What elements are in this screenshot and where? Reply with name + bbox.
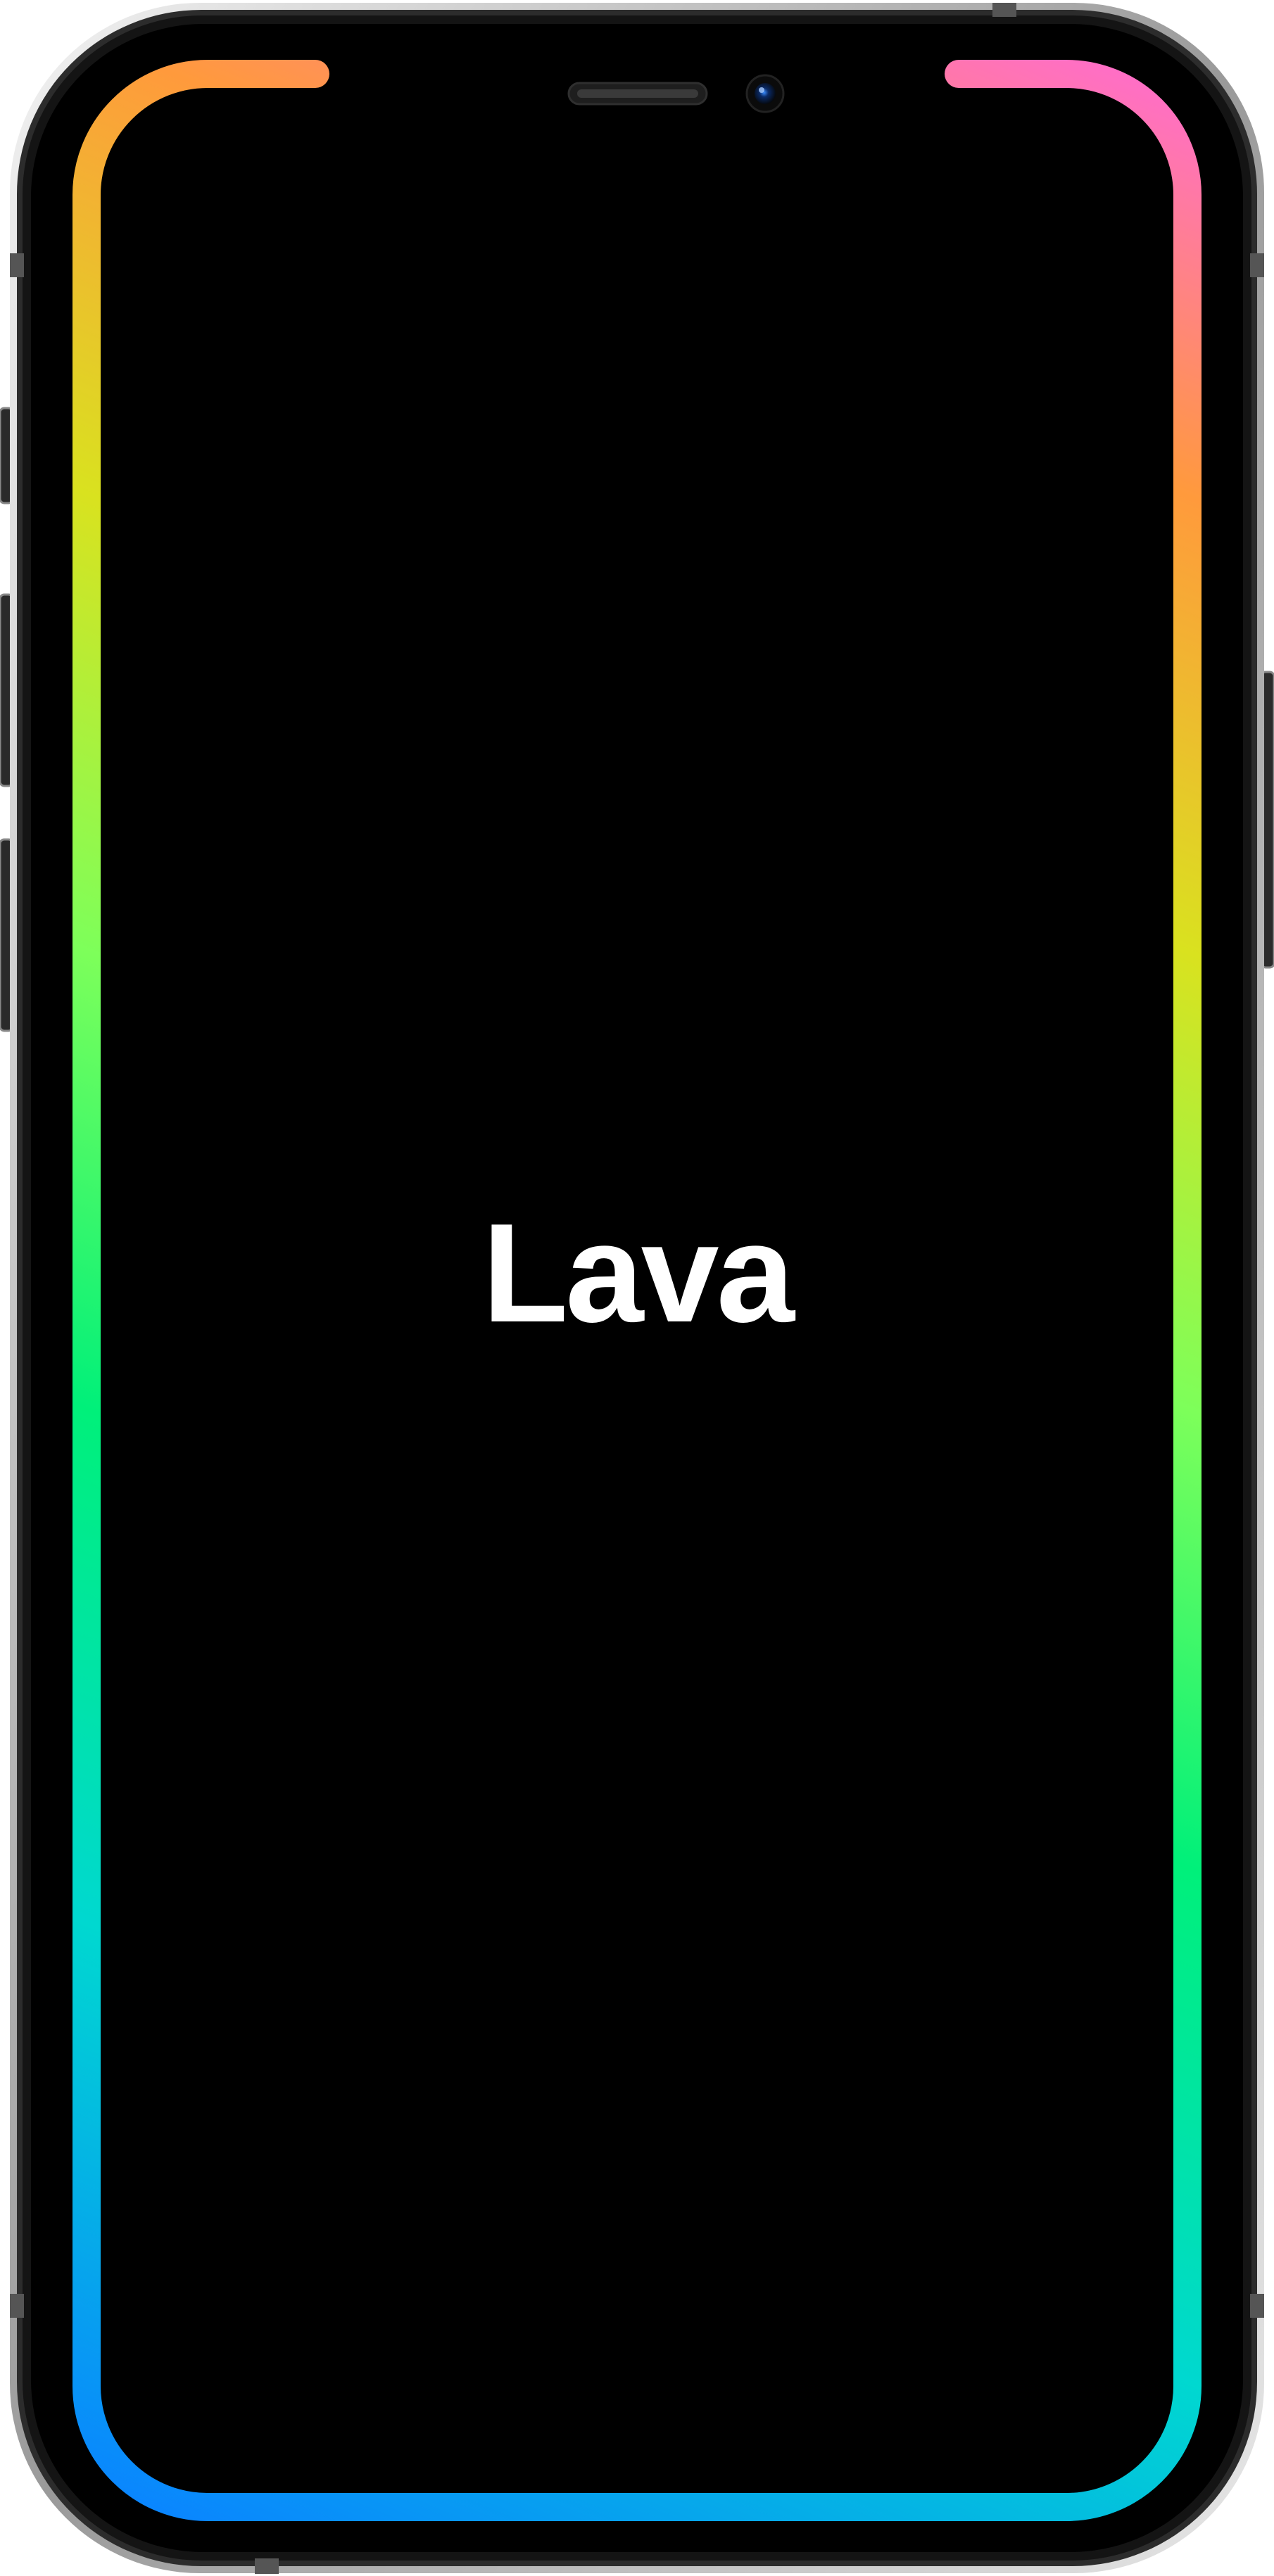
speaker-grille-icon: [567, 82, 708, 106]
front-camera-icon: [745, 74, 785, 113]
app-title: Lava: [482, 1195, 795, 1352]
device-mockup: Lava: [0, 0, 1274, 2576]
